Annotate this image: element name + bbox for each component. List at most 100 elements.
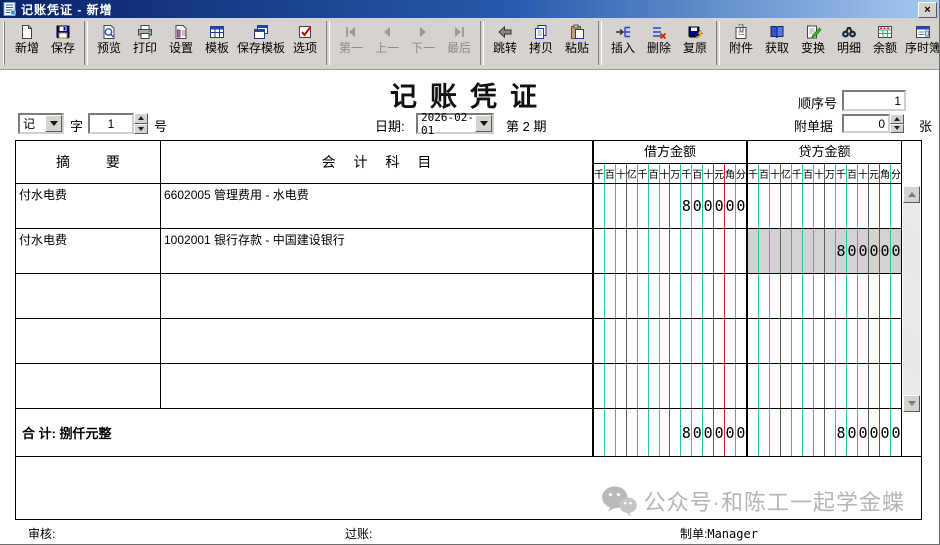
amount-digit-cell [814,319,825,363]
stepper-down-icon[interactable] [890,124,904,134]
close-button[interactable]: × [918,2,937,18]
toolbar-button-del[interactable]: 删除 [641,20,677,57]
toolbar-button-label: 保存 [51,40,75,56]
amount-digit-cell [748,319,759,363]
toolbar-button-goto[interactable]: 跳转 [487,20,523,57]
amount-digit-cell [869,364,880,408]
toolbar-button-template[interactable]: 模板 [199,20,235,57]
summary-cell[interactable] [16,364,161,408]
scroll-up-icon[interactable] [903,186,920,203]
toolbar-button-insert[interactable]: 插入 [605,20,641,57]
credit-amount-cell[interactable] [748,184,902,228]
amount-digit-cell: 0 [736,184,746,228]
toolbar-button-fetch[interactable]: 获取 [759,20,795,57]
save-icon [54,21,72,40]
debit-amount-cell[interactable] [594,319,748,363]
transform-icon [804,21,822,40]
voucher-number-stepper[interactable] [134,113,148,134]
toolbar-button-label: 保存模板 [237,40,285,56]
amount-digit-cell [770,184,781,228]
toolbar-button-attach[interactable]: 附件 [723,20,759,57]
amount-digit-cell [725,229,736,273]
amount-digit-cell [594,229,605,273]
account-cell[interactable] [161,274,594,318]
toolbar-button-print[interactable]: 打印 [127,20,163,57]
amount-digit-cell [605,274,616,318]
amount-digit-cell [649,364,660,408]
voucher-number-input[interactable] [88,113,134,134]
scroll-down-icon[interactable] [903,395,920,412]
attached-docs-stepper[interactable] [890,114,904,133]
stepper-up-icon[interactable] [890,114,904,124]
amount-digit-cell [869,184,880,228]
account-cell[interactable] [161,364,594,408]
amount-digit-cell [736,229,746,273]
toolbar-button-new[interactable]: 新增 [9,20,45,57]
toolbar-button-label: 跳转 [493,40,517,56]
amount-digit-cell [736,274,746,318]
summary-cell[interactable]: 付水电费 [16,184,161,228]
toolbar-button-detail[interactable]: 明细 [831,20,867,57]
credit-header-label: 贷方金额 [748,141,901,164]
amount-digit-cell [670,184,681,228]
amount-digit-cell [748,274,759,318]
stepper-down-icon[interactable] [134,124,148,135]
amount-digit-cell: 0 [869,409,880,456]
next-icon [414,21,432,40]
voucher-word-select[interactable]: 记 [18,113,64,134]
toolbar-button-setup[interactable]: 设置 [163,20,199,57]
debit-column-header: 借方金额 千百十亿千百十万千百十元角分 [594,141,748,183]
toolbar-button-options[interactable]: 选项 [287,20,323,57]
toolbar-separator [598,21,602,65]
amount-digit-cell: 0 [880,229,891,273]
debit-amount-cell[interactable] [594,364,748,408]
date-picker[interactable]: 2026-02-01 [416,113,494,134]
stepper-up-icon[interactable] [134,113,148,124]
toolbar-button-journal[interactable]: 序时簿 [903,20,940,57]
credit-amount-cell[interactable] [748,319,902,363]
toolbar: 新增保存预览打印设置模板保存模板选项第一上一下一最后跳转拷贝粘贴插入删除复原附件… [0,18,940,70]
attached-docs-input[interactable] [842,114,890,133]
amount-digit-cell [825,184,836,228]
debit-amount-cell[interactable]: 800000 [594,184,748,228]
toolbar-button-paste[interactable]: 粘贴 [559,20,595,57]
toolbar-button-transform[interactable]: 变换 [795,20,831,57]
vertical-scrollbar[interactable] [903,186,920,412]
amount-digit-cell [605,409,616,456]
del-icon [650,21,668,40]
digit-column-label: 千 [748,164,759,183]
toolbar-separator [716,21,720,65]
summary-cell[interactable]: 付水电费 [16,229,161,273]
amount-digit-cell [836,319,847,363]
account-cell[interactable] [161,319,594,363]
summary-cell[interactable] [16,319,161,363]
fetch-icon [768,21,786,40]
digit-column-label: 亿 [781,164,792,183]
chevron-down-icon[interactable] [475,115,492,132]
toolbar-grip[interactable] [3,21,5,65]
toolbar-button-save[interactable]: 保存 [45,20,81,57]
account-cell[interactable]: 6602005 管理费用 - 水电费 [161,184,594,228]
title-bar[interactable]: 记账凭证 - 新增 × [0,0,940,18]
total-row: 合 计: 捌仟元整 800000 800000 [16,408,921,456]
toolbar-button-balance[interactable]: 余额 [867,20,903,57]
digit-column-label: 百 [803,164,814,183]
debit-amount-cell[interactable] [594,229,748,273]
credit-amount-cell[interactable]: 800000 [748,229,902,273]
account-cell[interactable]: 1002001 银行存款 - 中国建设银行 [161,229,594,273]
toolbar-button-copy[interactable]: 拷贝 [523,20,559,57]
amount-digit-cell [781,409,792,456]
credit-amount-cell[interactable] [748,274,902,318]
toolbar-button-label: 获取 [765,40,789,56]
voucher-window: 记账凭证 - 新增 × 新增保存预览打印设置模板保存模板选项第一上一下一最后跳转… [0,0,940,545]
toolbar-button-label: 上一 [375,40,399,56]
chevron-down-icon[interactable] [45,115,62,132]
toolbar-button-preview[interactable]: 预览 [91,20,127,57]
summary-cell[interactable] [16,274,161,318]
toolbar-button-savetpl[interactable]: 保存模板 [235,20,287,57]
credit-amount-cell[interactable] [748,364,902,408]
amount-digit-cell [605,319,616,363]
toolbar-button-restore[interactable]: 复原 [677,20,713,57]
debit-amount-cell[interactable] [594,274,748,318]
sequence-number-input[interactable] [842,90,906,111]
